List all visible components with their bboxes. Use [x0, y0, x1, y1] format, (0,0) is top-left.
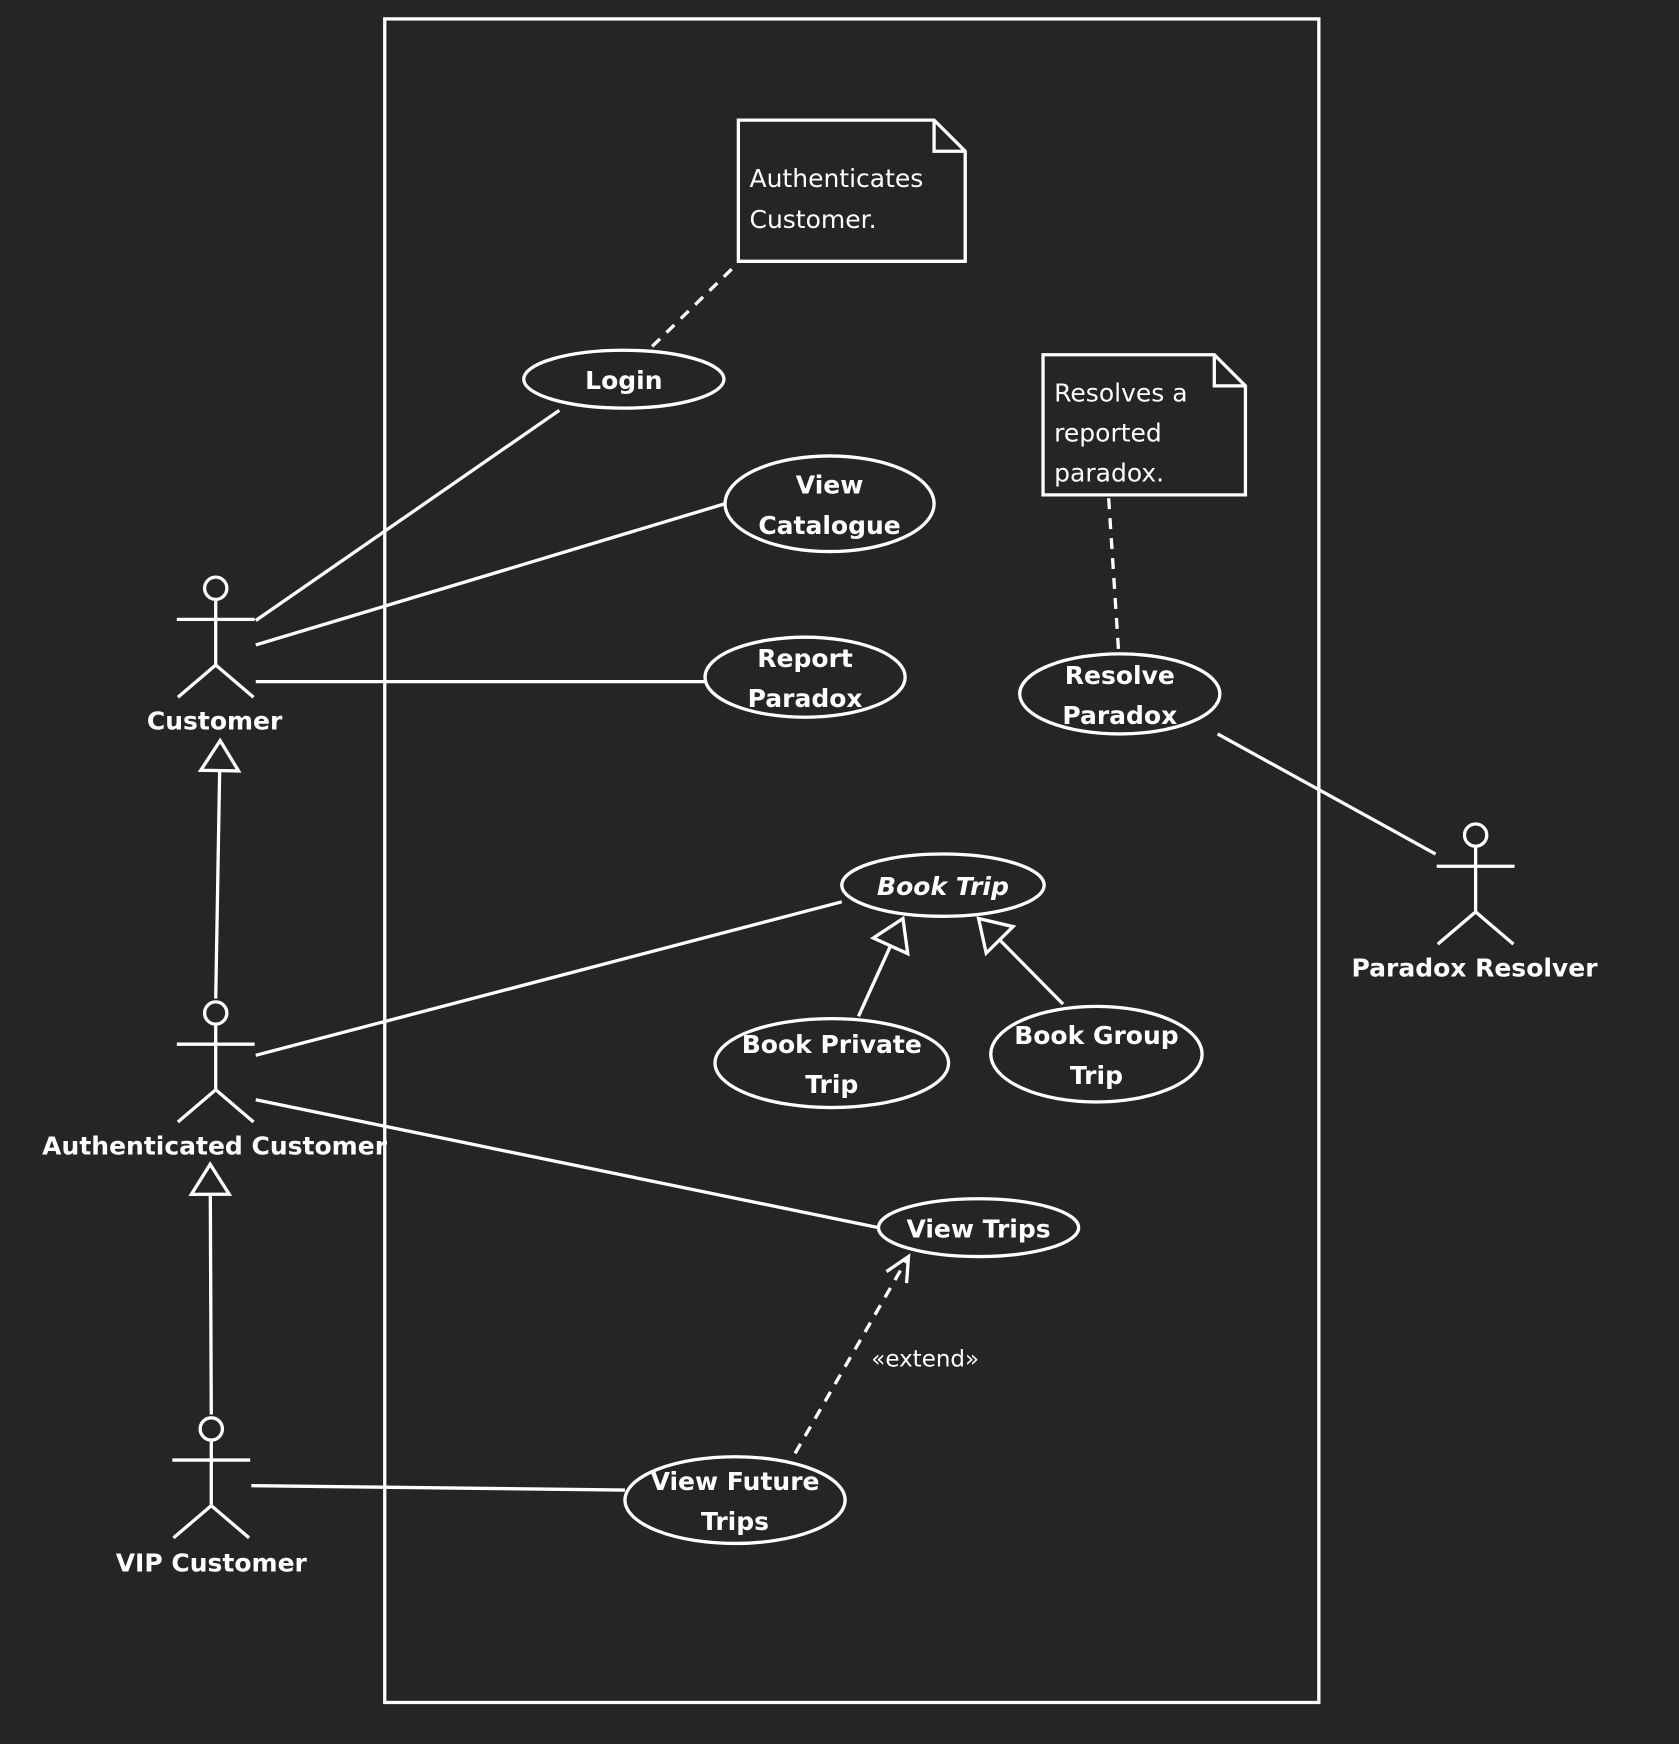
note-text-line: paradox.: [1054, 458, 1164, 487]
use-case-label: Trips: [701, 1507, 769, 1536]
use-case-label: Report: [757, 644, 853, 673]
actor-label: Paradox Resolver: [1351, 953, 1598, 982]
actor-label: Authenticated Customer: [42, 1131, 388, 1160]
use-case-label: View: [796, 471, 864, 500]
use-case-label: Trip: [1070, 1061, 1123, 1090]
actor-head-icon: [198, 1416, 225, 1442]
use-case-label: Book Trip: [877, 872, 1009, 901]
use-case-label: Paradox: [748, 684, 863, 713]
note-text-line: reported: [1054, 418, 1162, 447]
use-case-label: Trip: [805, 1070, 858, 1099]
actor-head-icon: [202, 1000, 229, 1026]
use-case-label: Resolve: [1065, 661, 1175, 690]
use-case-label: View Future: [651, 1467, 820, 1496]
use-case-label: Book Group: [1014, 1021, 1178, 1050]
note-text-line: Resolves a: [1054, 378, 1187, 407]
actor-label: Customer: [147, 706, 283, 735]
use-case-label: Login: [585, 366, 662, 395]
use-case-label: View Trips: [906, 1215, 1050, 1244]
use-case-label: Catalogue: [758, 511, 900, 540]
use-case-label: Paradox: [1062, 701, 1177, 730]
note-text-line: Authenticates: [749, 164, 923, 193]
extend-stereotype-label: «extend»: [871, 1347, 979, 1373]
actor-label: VIP Customer: [116, 1548, 308, 1577]
use-case-diagram: «extend» Authenticates Customer. Resolves a…: [0, 0, 1679, 1744]
generalization-vip-auth[interactable]: [208, 1194, 213, 1415]
actor-head-icon: [1462, 822, 1489, 848]
use-case-label: Book Private: [742, 1030, 922, 1059]
note-text-line: Customer.: [749, 205, 876, 234]
actor-head-icon: [202, 575, 229, 602]
